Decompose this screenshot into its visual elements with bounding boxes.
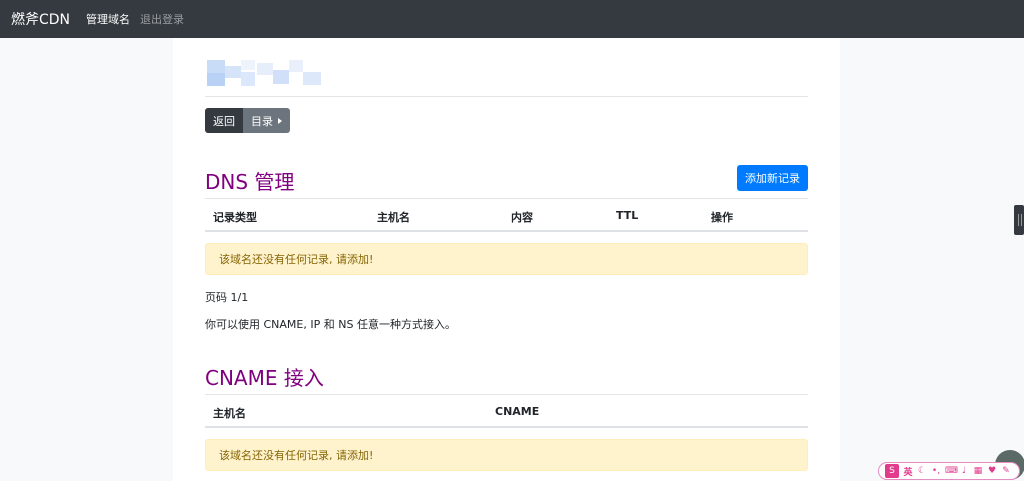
domain-title-redacted — [207, 60, 325, 86]
nav-button-group: 返回 目录 — [205, 108, 290, 133]
cname-table-header-border — [205, 426, 808, 428]
punctuation-icon[interactable]: •, — [931, 466, 941, 476]
col-hostname: 主机名 — [377, 211, 410, 224]
nav-manage-domains[interactable]: 管理域名 — [86, 11, 130, 27]
title-divider — [205, 96, 808, 97]
top-navbar: 燃斧CDN 管理域名 退出登录 — [0, 0, 1024, 38]
keyboard-icon[interactable]: ⌨ — [945, 466, 958, 476]
main-content: 返回 目录 DNS 管理 添加新记录 记录类型 主机名 内容 TTL 操作 该域… — [173, 38, 840, 481]
nav-logout[interactable]: 退出登录 — [140, 11, 184, 27]
col-record-type: 记录类型 — [213, 211, 257, 224]
dns-pagination: 页码 1/1 — [205, 291, 249, 304]
col-cname-value: CNAME — [495, 405, 540, 418]
skin-icon[interactable]: ♥ — [987, 466, 997, 476]
add-record-button[interactable]: 添加新记录 — [737, 165, 808, 191]
col-actions: 操作 — [711, 211, 733, 224]
access-method-note: 你可以使用 CNAME, IP 和 NS 任意一种方式接入。 — [205, 318, 456, 331]
dns-empty-alert: 该域名还没有任何记录, 请添加! — [205, 243, 808, 275]
ime-toolbar: S 英 ☾ •, ⌨ ♩ ▦ ♥ ✎ — [878, 462, 1020, 480]
dns-table-header-border — [205, 230, 808, 232]
dns-table-top-border — [205, 198, 808, 199]
brand-logo[interactable]: 燃斧CDN — [11, 9, 70, 29]
settings-icon[interactable]: ✎ — [1001, 466, 1011, 476]
dns-section-title: DNS 管理 — [205, 170, 295, 194]
scroll-handle[interactable] — [1014, 205, 1024, 235]
cname-table-top-border — [205, 394, 808, 395]
microphone-icon[interactable]: ♩ — [959, 466, 969, 476]
back-button[interactable]: 返回 — [205, 108, 243, 133]
caret-right-icon — [278, 117, 282, 124]
col-cname-hostname: 主机名 — [213, 407, 246, 420]
moon-icon[interactable]: ☾ — [917, 466, 927, 476]
ime-mode-toggle[interactable]: 英 — [903, 465, 913, 478]
cname-empty-alert: 该域名还没有任何记录, 请添加! — [205, 439, 808, 471]
toolbox-icon[interactable]: ▦ — [973, 466, 983, 476]
ime-logo-icon[interactable]: S — [885, 464, 899, 478]
cname-section-title: CNAME 接入 — [205, 366, 324, 390]
col-content: 内容 — [511, 211, 533, 224]
directory-dropdown-button[interactable]: 目录 — [243, 108, 290, 133]
col-ttl: TTL — [616, 209, 639, 222]
